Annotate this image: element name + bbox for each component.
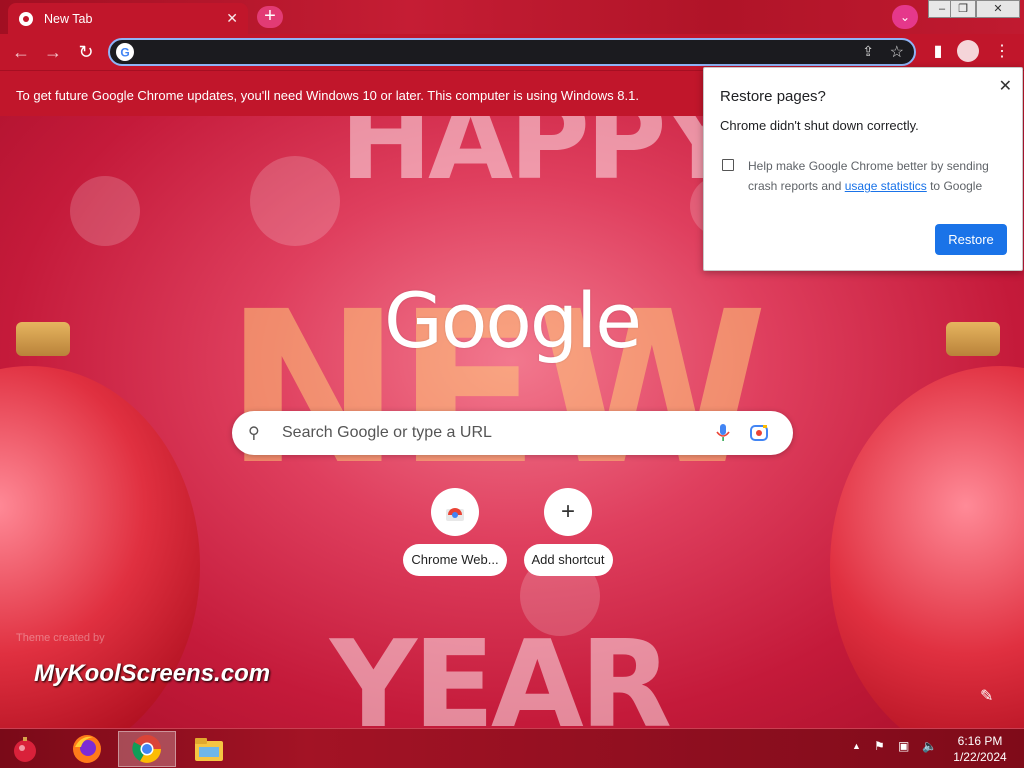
- start-ornament-icon: [14, 737, 36, 762]
- taskbar-file-explorer[interactable]: [180, 731, 238, 767]
- right-ornament-cap: [946, 322, 1000, 356]
- chrome-icon: [19, 11, 33, 26]
- tab-close-icon[interactable]: ✕: [226, 10, 238, 27]
- tab-search-button[interactable]: ⌄: [892, 5, 918, 29]
- usage-statistics-link[interactable]: usage statistics: [845, 179, 927, 193]
- search-icon: ⚲: [248, 425, 260, 442]
- search-placeholder: Search Google or type a URL: [282, 424, 492, 441]
- back-button[interactable]: ←: [8, 39, 34, 65]
- profile-button[interactable]: [957, 40, 981, 64]
- background-word-year: YEAR: [330, 616, 672, 728]
- maximize-button[interactable]: ❐: [950, 0, 976, 18]
- google-logo: Google: [383, 276, 642, 365]
- crash-report-checkbox[interactable]: [722, 159, 734, 171]
- bokeh-light: [70, 176, 140, 246]
- file-explorer-icon: [195, 738, 223, 761]
- address-bar[interactable]: G ⇪ ☆: [108, 38, 916, 66]
- taskbar: ▲ ⚑ ▣ 🔈 6:16 PM 1/22/2024: [0, 728, 1024, 768]
- shortcut-label: Add shortcut: [523, 544, 613, 576]
- volume-muted-icon[interactable]: 🔈: [922, 739, 937, 753]
- bokeh-light: [250, 156, 340, 246]
- restore-pages-dialog: Restore pages? ✕ Chrome didn't shut down…: [703, 67, 1023, 271]
- network-icon[interactable]: ▣: [898, 739, 909, 753]
- plus-icon: +: [544, 488, 592, 536]
- start-button[interactable]: [0, 731, 50, 767]
- tab-title: New Tab: [44, 11, 93, 26]
- new-tab-button[interactable]: +: [257, 6, 283, 28]
- add-shortcut-button[interactable]: + Add shortcut: [513, 488, 623, 576]
- toolbar: ← → ↻ G ⇪ ☆ ▮ ⋮: [0, 34, 1024, 70]
- clock-time: 6:16 PM: [957, 734, 1003, 748]
- microphone-icon[interactable]: [705, 421, 741, 445]
- theme-attribution[interactable]: Theme created by: [16, 632, 105, 644]
- avatar: [957, 40, 979, 62]
- clock-date: 1/22/2024: [953, 750, 1007, 764]
- customize-pencil-icon[interactable]: ✎: [980, 686, 993, 706]
- shortcut-label: Chrome Web...: [403, 544, 507, 576]
- dialog-message: Chrome didn't shut down correctly.: [720, 118, 919, 133]
- share-icon[interactable]: ⇪: [862, 43, 874, 60]
- restore-button[interactable]: Restore: [935, 224, 1007, 255]
- tab-new-tab[interactable]: New Tab ✕: [8, 3, 248, 34]
- checkbox-text-end: to Google: [926, 179, 983, 193]
- ntp-search-box[interactable]: ⚲ Search Google or type a URL: [232, 411, 793, 455]
- watermark: MyKoolScreens.com: [34, 660, 271, 687]
- background-word-happy: HAPPY: [340, 116, 742, 204]
- chrome-icon: [132, 735, 161, 763]
- system-clock[interactable]: 6:16 PM 1/22/2024: [940, 733, 1020, 765]
- close-window-button[interactable]: ✕: [976, 0, 1020, 18]
- dialog-title: Restore pages?: [720, 88, 826, 105]
- chrome-web-store-icon: [431, 488, 479, 536]
- side-panel-icon[interactable]: ▮: [926, 40, 950, 64]
- menu-kebab-icon[interactable]: ⋮: [990, 40, 1014, 64]
- shortcut-chrome-web-store[interactable]: Chrome Web...: [400, 488, 510, 576]
- right-ornament: [830, 366, 1024, 728]
- infobar-message: To get future Google Chrome updates, you…: [16, 88, 639, 103]
- crash-report-label: Help make Google Chrome better by sendin…: [748, 156, 1008, 196]
- tab-strip: New Tab ✕ + ⌄ – ❐ ✕: [0, 0, 1024, 34]
- bookmark-star-icon[interactable]: ☆: [890, 42, 904, 62]
- taskbar-firefox[interactable]: [58, 731, 116, 767]
- lens-camera-icon[interactable]: [741, 421, 777, 445]
- google-g-icon: G: [116, 43, 134, 61]
- left-ornament-cap: [16, 322, 70, 356]
- svg-text:G: G: [120, 46, 129, 60]
- show-hidden-icons-chevron-icon[interactable]: ▲: [852, 741, 861, 751]
- action-center-flag-icon[interactable]: ⚑: [874, 739, 885, 753]
- firefox-icon: [73, 735, 101, 763]
- taskbar-chrome[interactable]: [118, 731, 176, 767]
- forward-button[interactable]: →: [40, 39, 66, 65]
- reload-button[interactable]: ↻: [73, 39, 99, 65]
- close-icon[interactable]: ✕: [999, 76, 1012, 96]
